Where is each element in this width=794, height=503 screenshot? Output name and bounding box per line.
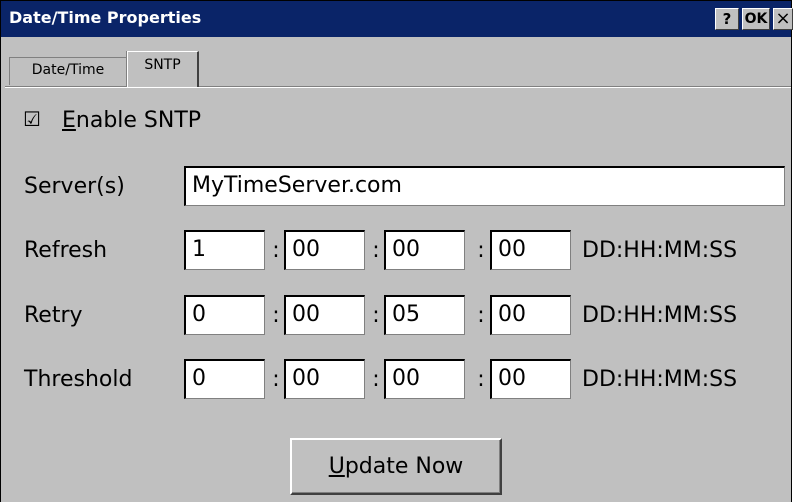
- enable-sntp-label[interactable]: Enable SNTP: [62, 108, 201, 133]
- threshold-days-input[interactable]: 0: [184, 359, 265, 399]
- date-time-properties-window: Date/Time Properties ? OK × Date/Time SN…: [0, 0, 793, 502]
- separator-colon: :: [477, 367, 485, 392]
- enable-sntp-mnemonic: E: [62, 108, 76, 133]
- server-label: Server(s): [24, 174, 125, 199]
- title-bar: Date/Time Properties ? OK ×: [1, 1, 793, 37]
- separator-colon: :: [372, 303, 380, 328]
- threshold-minutes-input[interactable]: 00: [384, 359, 465, 399]
- tab-divider: [5, 87, 791, 88]
- refresh-seconds-input[interactable]: 00: [490, 230, 571, 270]
- retry-label: Retry: [24, 303, 83, 328]
- retry-seconds-input[interactable]: 00: [490, 295, 571, 335]
- separator-colon: :: [372, 238, 380, 263]
- update-now-label-rest: pdate Now: [344, 454, 464, 479]
- separator-colon: :: [272, 238, 280, 263]
- close-button[interactable]: ×: [773, 8, 793, 30]
- refresh-minutes-input[interactable]: 00: [384, 230, 465, 270]
- update-now-button[interactable]: Update Now: [290, 438, 502, 495]
- update-now-mnemonic: U: [328, 454, 345, 479]
- threshold-label: Threshold: [24, 367, 133, 392]
- window-title: Date/Time Properties: [9, 8, 202, 27]
- refresh-hours-input[interactable]: 00: [284, 230, 365, 270]
- tab-strip: Date/Time SNTP: [5, 49, 789, 89]
- threshold-hours-input[interactable]: 00: [284, 359, 365, 399]
- enable-sntp-label-rest: nable SNTP: [75, 108, 202, 133]
- separator-colon: :: [272, 303, 280, 328]
- retry-days-input[interactable]: 0: [184, 295, 265, 335]
- server-input[interactable]: MyTimeServer.com: [184, 166, 785, 206]
- retry-unit-label: DD:HH:MM:SS: [582, 303, 738, 328]
- tab-date-time[interactable]: Date/Time: [9, 57, 127, 85]
- tab-sntp[interactable]: SNTP: [127, 51, 199, 87]
- retry-minutes-input[interactable]: 05: [384, 295, 465, 335]
- checkbox-check-icon[interactable]: ☑: [23, 107, 41, 131]
- ok-button[interactable]: OK: [742, 8, 770, 30]
- update-now-label: Update Now: [329, 454, 464, 479]
- separator-colon: :: [372, 367, 380, 392]
- refresh-days-input[interactable]: 1: [184, 230, 265, 270]
- threshold-unit-label: DD:HH:MM:SS: [582, 367, 738, 392]
- help-button[interactable]: ?: [715, 8, 739, 30]
- retry-hours-input[interactable]: 00: [284, 295, 365, 335]
- separator-colon: :: [272, 367, 280, 392]
- refresh-label: Refresh: [24, 238, 108, 263]
- threshold-seconds-input[interactable]: 00: [490, 359, 571, 399]
- separator-colon: :: [477, 238, 485, 263]
- separator-colon: :: [477, 303, 485, 328]
- refresh-unit-label: DD:HH:MM:SS: [582, 238, 738, 263]
